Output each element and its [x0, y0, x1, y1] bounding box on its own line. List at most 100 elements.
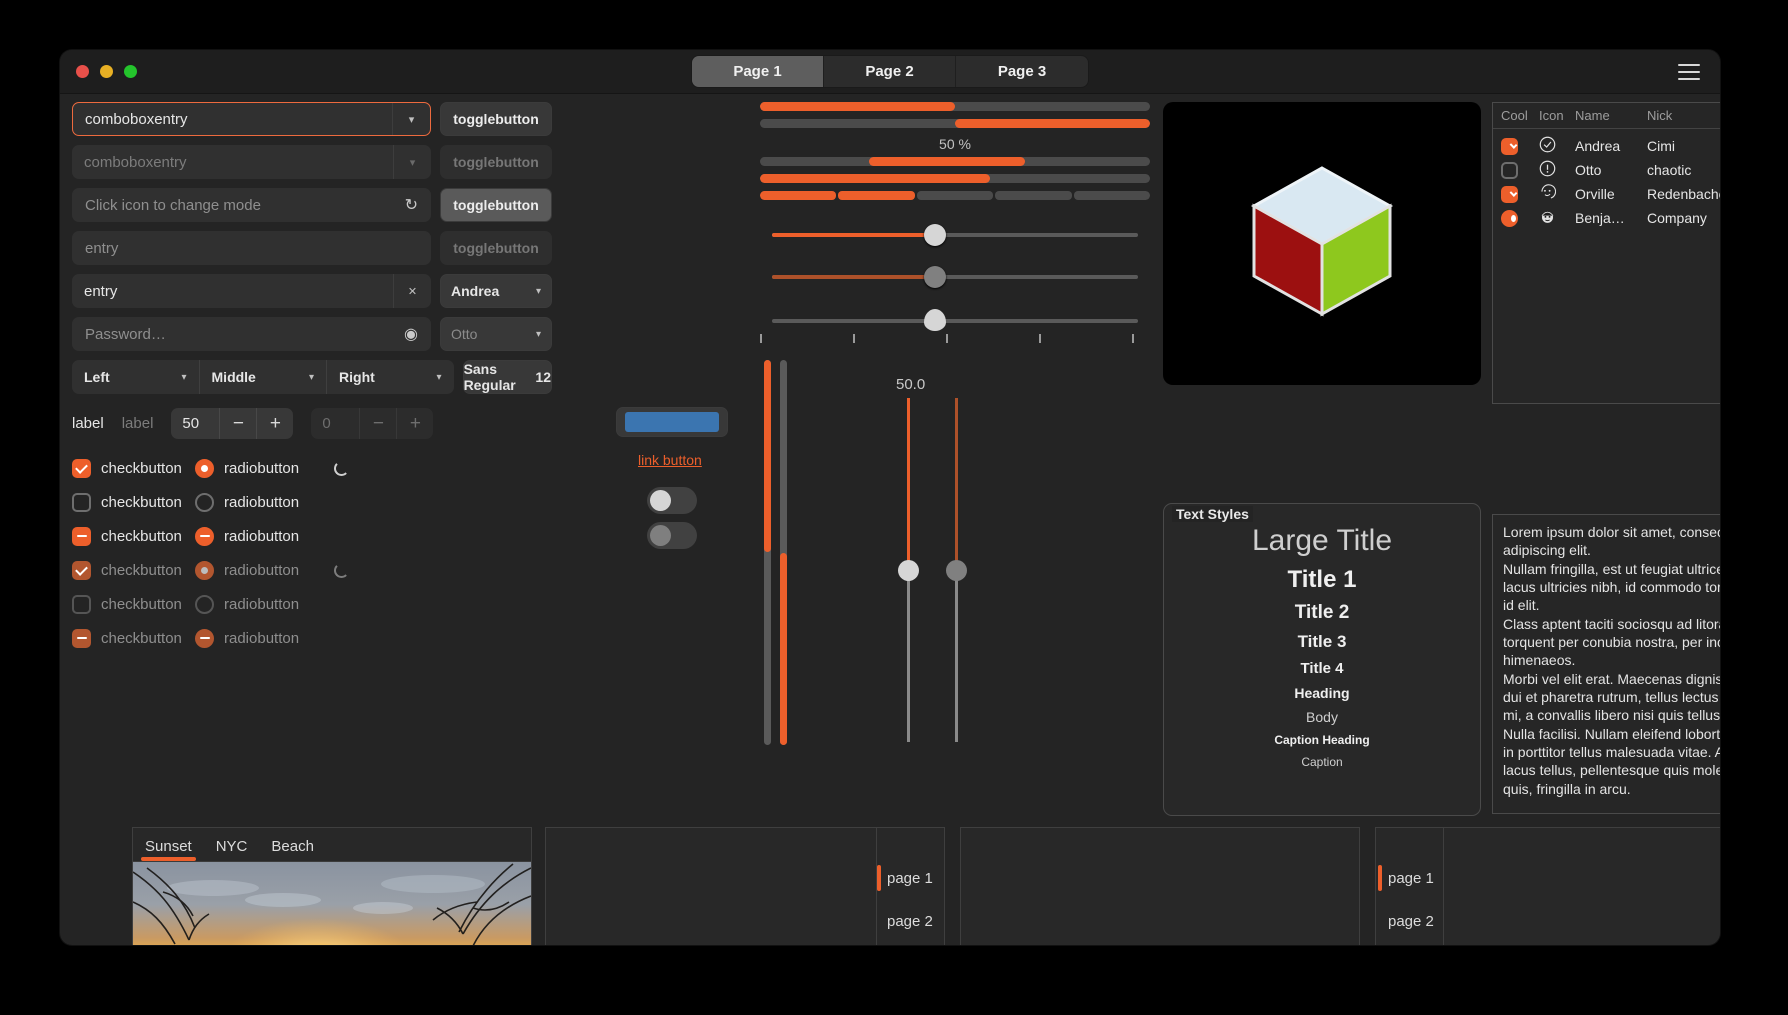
switch-on[interactable] [647, 487, 697, 514]
radio-icon[interactable] [195, 492, 214, 512]
checkbutton-2[interactable]: checkbutton [72, 492, 195, 512]
checkbutton-label: checkbutton [101, 629, 182, 647]
row-checkbox-icon[interactable] [1501, 185, 1518, 203]
checkbutton-1[interactable]: checkbutton [72, 458, 195, 478]
row-radio-icon[interactable] [1501, 209, 1518, 227]
progressbar-3-fill [869, 157, 1026, 166]
comboboxentry-focused[interactable]: comboboxentry ▾ [72, 102, 431, 136]
vscale-2[interactable] [776, 360, 790, 745]
table-row[interactable]: Andrea Cimi [1493, 134, 1720, 158]
row-combo3: Left ▾ Middle ▾ Right ▾ Sans Regular 12 [72, 360, 552, 394]
column-header-cool[interactable]: Cool [1493, 108, 1531, 123]
checkbox-icon[interactable] [72, 526, 91, 546]
togglebutton-1[interactable]: togglebutton [440, 102, 552, 136]
refresh-icon[interactable]: ↻ [405, 195, 418, 215]
combo-middle[interactable]: Middle ▾ [200, 360, 328, 394]
scale-horizontal-3-marks[interactable] [760, 304, 1150, 338]
icon-mode-entry-placeholder: Click icon to change mode [85, 196, 261, 214]
checkbutton-3[interactable]: checkbutton [72, 526, 195, 546]
tab-sunset[interactable]: Sunset [141, 838, 196, 861]
label-b: label [121, 415, 154, 432]
spinbutton-minus[interactable]: − [219, 408, 256, 439]
combo-otto-value: Otto [451, 326, 478, 342]
spinbutton-disabled: 0 − + [311, 408, 434, 439]
comboboxentry-value[interactable]: comboboxentry [73, 111, 392, 128]
text-style-title-2: Title 2 [1294, 602, 1350, 623]
password-entry[interactable]: Password… ◉ [72, 317, 431, 351]
table-row[interactable]: Benja… Company [1493, 206, 1720, 230]
checkbox-icon [72, 628, 91, 648]
spinbutton[interactable]: 50 − + [171, 408, 294, 439]
link-button[interactable]: link button [638, 452, 702, 468]
row-name: Orville [1575, 186, 1615, 202]
row-clear-entry: entry ✕ Andrea ▾ [72, 274, 552, 308]
hamburger-menu-icon[interactable] [1678, 63, 1700, 80]
vscale-3[interactable] [898, 398, 920, 742]
tab-page-3[interactable]: Page 3 [956, 56, 1088, 87]
tab-page-1[interactable]: Page 1 [692, 56, 824, 87]
tab-page-2[interactable]: page 2 [887, 913, 944, 930]
checkbutton-label: checkbutton [101, 527, 182, 545]
column-header-icon[interactable]: Icon [1531, 108, 1567, 123]
check-row: checkbutton radiobutton [72, 519, 552, 553]
icon-mode-entry[interactable]: Click icon to change mode ↻ [72, 188, 431, 222]
plain-entry[interactable]: entry [72, 231, 431, 265]
row-checkbox-icon[interactable] [1501, 137, 1518, 155]
column-header-name[interactable]: Name [1567, 108, 1639, 123]
togglebutton-3[interactable]: togglebutton [440, 188, 552, 222]
scale-knob[interactable] [924, 224, 946, 246]
table-row[interactable]: Otto chaotic [1493, 158, 1720, 182]
vscale-knob[interactable] [898, 560, 919, 581]
clear-icon[interactable]: ✕ [393, 274, 431, 308]
clear-entry-value[interactable]: entry [72, 283, 393, 300]
sunset-photo-svg [133, 862, 531, 945]
checkbox-icon[interactable] [72, 492, 91, 512]
scale-horizontal-1[interactable] [760, 218, 1150, 252]
spinbutton-disabled-minus: − [359, 408, 396, 439]
tab-page-1[interactable]: page 1 [1378, 864, 1443, 891]
scale-knob[interactable] [924, 309, 946, 331]
tab-page-1[interactable]: page 1 [877, 864, 944, 891]
list-rows: Andrea Cimi Otto chaotic Orville Redenba… [1493, 129, 1720, 230]
text-style-heading: Heading [1294, 685, 1350, 701]
text-view[interactable]: Lorem ipsum dolor sit amet, consectetur … [1492, 514, 1720, 814]
sunset-photo [133, 862, 531, 945]
radiobutton-2[interactable]: radiobutton [195, 492, 318, 512]
scale-knob [924, 266, 946, 288]
label-a: label [72, 415, 104, 432]
segment-4 [995, 191, 1072, 200]
maximize-button[interactable] [124, 65, 137, 78]
combo-left[interactable]: Left ▾ [72, 360, 200, 394]
eye-icon[interactable]: ◉ [404, 324, 418, 344]
combo-right[interactable]: Right ▾ [327, 360, 454, 394]
password-entry-placeholder: Password… [85, 325, 166, 343]
color-button[interactable] [616, 407, 728, 437]
textview-paragraph: Morbi vel elit erat. Maecenas dignissim,… [1503, 670, 1720, 724]
notebook-right-tablist: page 1 page 2 page 3 [876, 828, 944, 945]
clear-entry[interactable]: entry ✕ [72, 274, 431, 308]
tab-page-2[interactable]: page 2 [1388, 913, 1443, 930]
font-button[interactable]: Sans Regular 12 [462, 360, 552, 394]
vscale-1[interactable] [760, 360, 774, 745]
close-button[interactable] [76, 65, 89, 78]
list-header: Cool Icon Name Nick [1493, 103, 1720, 129]
radio-icon[interactable] [195, 526, 214, 546]
gl-area[interactable] [1163, 102, 1481, 385]
radiobutton-1[interactable]: radiobutton [195, 458, 318, 478]
table-row[interactable]: Orville Redenbacher [1493, 182, 1720, 206]
radiobutton-3[interactable]: radiobutton [195, 526, 318, 546]
spinbutton-plus[interactable]: + [256, 408, 293, 439]
radio-icon[interactable] [195, 458, 214, 478]
chevron-down-icon[interactable]: ▾ [392, 103, 430, 135]
combo-andrea[interactable]: Andrea ▾ [440, 274, 552, 308]
tab-page-2[interactable]: Page 2 [824, 56, 956, 87]
tab-beach[interactable]: Beach [271, 838, 314, 861]
row-checkbox-icon[interactable] [1501, 161, 1518, 179]
tab-nyc[interactable]: NYC [216, 838, 248, 861]
text-style-body: Body [1306, 709, 1338, 725]
column-header-nick[interactable]: Nick [1639, 108, 1720, 123]
spinbutton-value[interactable]: 50 [171, 408, 219, 439]
minimize-button[interactable] [100, 65, 113, 78]
combo-left-value: Left [84, 369, 110, 385]
checkbox-icon[interactable] [72, 458, 91, 478]
